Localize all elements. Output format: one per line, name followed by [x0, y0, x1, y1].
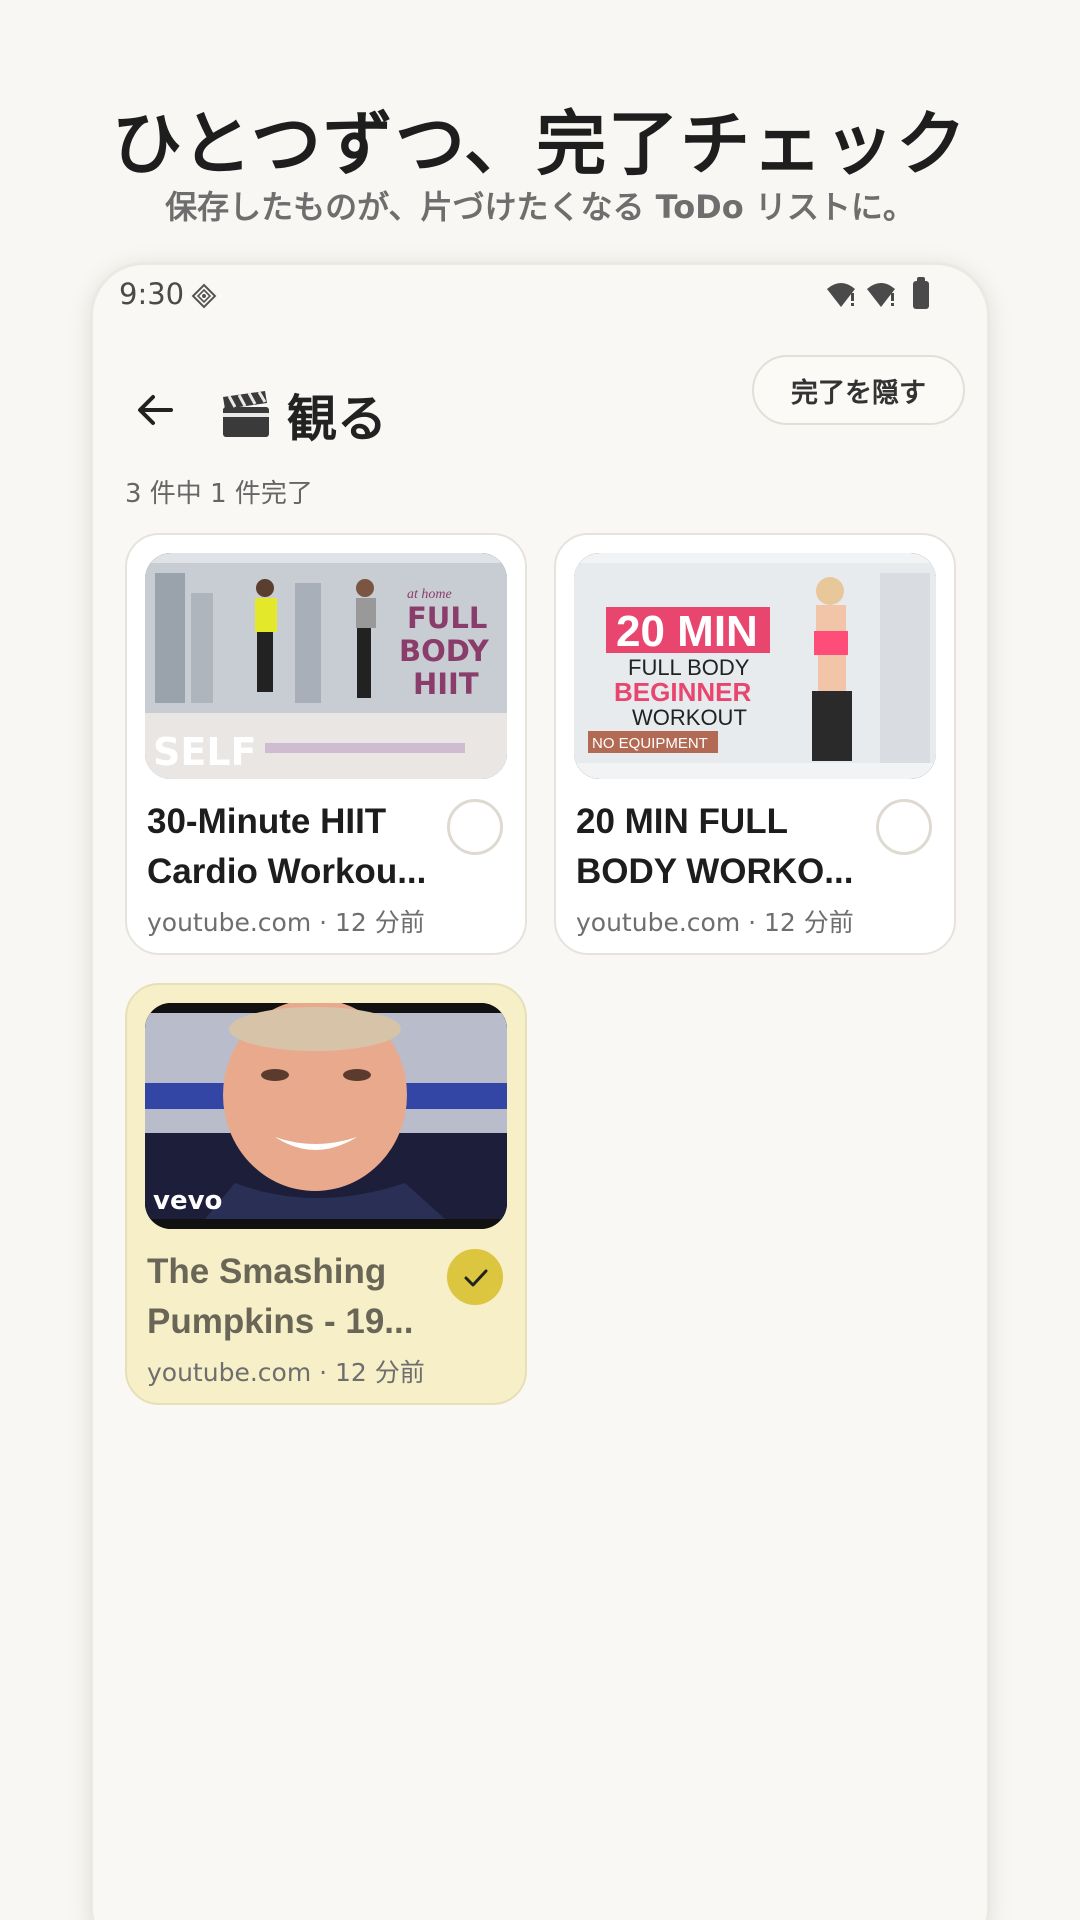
video-title: 30-Minute HIIT Cardio Workou... [147, 802, 427, 891]
thumbnail-image-hiit: at home FULL BODY HIIT SELF [145, 553, 507, 779]
svg-text:FULL: FULL [407, 601, 487, 635]
svg-text:SELF: SELF [153, 730, 257, 774]
checkmark-icon [464, 1269, 488, 1287]
wifi-icon [827, 283, 855, 307]
svg-text:BEGINNER: BEGINNER [614, 677, 751, 707]
hide-completed-button[interactable]: 完了を隠す [752, 355, 965, 425]
video-card[interactable]: at home FULL BODY HIIT SELF 30-Minute HI… [125, 533, 527, 955]
video-thumbnail: at home FULL BODY HIIT SELF [145, 553, 507, 779]
battery-icon [913, 277, 929, 309]
headline: ひとつずつ、完了チェック [111, 103, 969, 185]
svg-text:NO EQUIPMENT: NO EQUIPMENT [592, 735, 708, 752]
svg-text:20 MIN: 20 MIN [616, 607, 758, 656]
phone-frame: 9:30 観る 完了を隠す 3 件中 1 件完了 at home FULL BO… [90, 262, 990, 1920]
svg-text:vevo: vevo [153, 1186, 222, 1216]
video-title: The Smashing Pumpkins - 19... [147, 1252, 414, 1341]
svg-text:BODY: BODY [399, 634, 490, 668]
video-meta: youtube.com · 12 分前 [147, 1358, 425, 1387]
complete-checkbox[interactable] [876, 799, 932, 855]
video-card[interactable]: 20 MIN FULL BODY BEGINNER WORKOUT NO EQU… [554, 533, 956, 955]
notification-diamond-icon [191, 283, 217, 309]
status-bar: 9:30 [93, 265, 987, 325]
thumbnail-image-20min: 20 MIN FULL BODY BEGINNER WORKOUT NO EQU… [574, 553, 936, 779]
svg-text:at home: at home [407, 587, 452, 602]
subline: 保存したものが、片づけたくなる ToDo リストに。 [165, 188, 915, 226]
svg-text:WORKOUT: WORKOUT [632, 705, 747, 730]
video-thumbnail: vevo [145, 1003, 507, 1229]
svg-text:HIIT: HIIT [413, 667, 479, 701]
complete-checkbox[interactable] [447, 799, 503, 855]
complete-checkbox-checked[interactable] [447, 1249, 503, 1305]
video-thumbnail: 20 MIN FULL BODY BEGINNER WORKOUT NO EQU… [574, 553, 936, 779]
back-arrow-icon[interactable] [131, 385, 181, 435]
thumbnail-image-vevo: vevo [145, 1003, 507, 1229]
clapper-board-icon [223, 391, 269, 437]
video-meta: youtube.com · 12 分前 [576, 908, 854, 937]
page-title: 観る [287, 390, 387, 448]
video-title: 20 MIN FULL BODY WORKO... [576, 802, 854, 891]
cellular-signal-icon [867, 283, 895, 307]
video-card-completed[interactable]: vevo The Smashing Pumpkins - 19... youtu… [125, 983, 527, 1405]
progress-text: 3 件中 1 件完了 [125, 479, 313, 509]
status-time: 9:30 [119, 277, 185, 311]
video-meta: youtube.com · 12 分前 [147, 908, 425, 937]
